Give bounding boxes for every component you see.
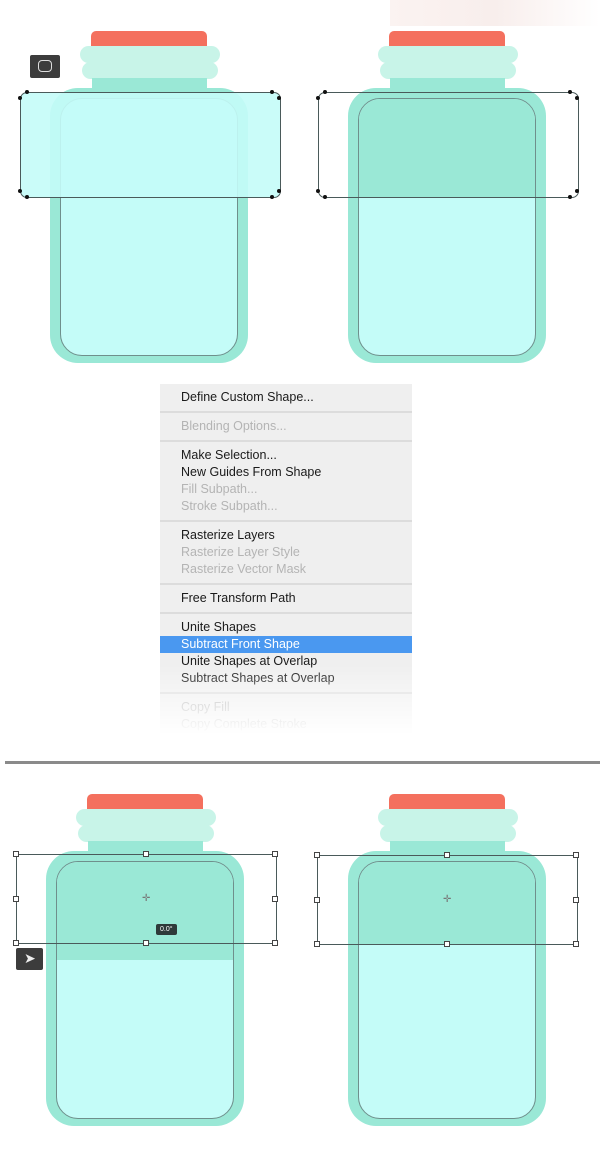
menu-item-make-selection[interactable]: Make Selection...: [160, 447, 412, 464]
transform-handle[interactable]: [573, 897, 579, 903]
anchor-point[interactable]: [568, 90, 572, 94]
menu-item-define-custom-shape[interactable]: Define Custom Shape...: [160, 389, 412, 406]
menu-separator: [160, 583, 412, 585]
anchor-point[interactable]: [270, 195, 274, 199]
transform-handle[interactable]: [13, 940, 19, 946]
menu-item-unite-shapes[interactable]: Unite Shapes: [160, 619, 412, 636]
transform-handle[interactable]: [13, 851, 19, 857]
menu-item-fill-subpath: Fill Subpath...: [181, 482, 258, 496]
transform-handle[interactable]: [314, 897, 320, 903]
transform-handle[interactable]: [143, 851, 149, 857]
menu-item-rasterize-vector-mask: Rasterize Vector Mask: [181, 562, 307, 576]
anchor-point[interactable]: [25, 195, 29, 199]
menu-item-unite-shapes-at-overlap[interactable]: Unite Shapes at Overlap: [160, 653, 412, 670]
jar-step3: [46, 794, 244, 1129]
anchor-point[interactable]: [323, 90, 327, 94]
rounded-rectangle-tool-icon: [38, 60, 52, 72]
jar-rim: [82, 62, 218, 79]
menu-item-free-transform-path[interactable]: Free Transform Path: [160, 590, 412, 607]
center-point-icon: ✛: [142, 893, 151, 904]
front-rectangle-outline[interactable]: [318, 92, 579, 198]
menu-item-rasterize-layers[interactable]: Rasterize Layers: [160, 527, 412, 544]
rounded-rectangle-tool-button[interactable]: [30, 55, 60, 78]
transform-handle[interactable]: [444, 941, 450, 947]
menu-separator: [160, 692, 412, 694]
menu-item-rasterize-layer-style: Rasterize Layer Style: [181, 545, 300, 559]
menu-item-subtract-shapes-at-overlap[interactable]: Subtract Shapes at Overlap: [160, 670, 412, 687]
anchor-point[interactable]: [575, 96, 579, 100]
anchor-point[interactable]: [316, 189, 320, 193]
anchor-point[interactable]: [277, 189, 281, 193]
jar-rim: [76, 809, 216, 826]
menu-item-copy-complete-stroke: Copy Complete Stroke: [181, 717, 307, 731]
jar-step2: [348, 31, 546, 366]
anchor-point[interactable]: [323, 195, 327, 199]
transform-handle[interactable]: [444, 852, 450, 858]
transform-handle[interactable]: [13, 896, 19, 902]
menu-separator: [160, 612, 412, 614]
transform-handle[interactable]: [143, 940, 149, 946]
jar-step4: [348, 794, 546, 1129]
section-divider: [5, 761, 600, 764]
menu-separator: [160, 411, 412, 413]
anchor-point[interactable]: [25, 90, 29, 94]
menu-item-subtract-front-shape[interactable]: Subtract Front Shape: [160, 636, 412, 653]
jar-rim: [380, 825, 516, 842]
transform-handle[interactable]: [573, 941, 579, 947]
anchor-point[interactable]: [18, 189, 22, 193]
transform-handle[interactable]: [272, 940, 278, 946]
jar-rim: [378, 46, 518, 63]
jar-rim: [78, 825, 214, 842]
transform-handle[interactable]: [272, 896, 278, 902]
rotation-readout: 0.0°: [156, 924, 177, 935]
menu-item-stroke-subpath: Stroke Subpath...: [181, 499, 278, 513]
context-menu: Define Custom Shape... Blending Options..…: [160, 384, 412, 735]
anchor-point[interactable]: [277, 96, 281, 100]
center-point-icon: ✛: [443, 894, 452, 905]
transform-handle[interactable]: [314, 941, 320, 947]
transform-handle[interactable]: [314, 852, 320, 858]
menu-separator: [160, 440, 412, 442]
menu-item-copy-fill: Copy Fill: [181, 700, 230, 714]
path-selection-arrow-icon: ➤: [24, 950, 36, 966]
jar-step1: [50, 31, 248, 366]
jar-rim: [378, 809, 518, 826]
path-selection-tool-button[interactable]: ➤: [16, 948, 43, 970]
anchor-point[interactable]: [568, 195, 572, 199]
menu-separator: [160, 520, 412, 522]
anchor-point[interactable]: [575, 189, 579, 193]
anchor-point[interactable]: [270, 90, 274, 94]
front-rectangle-shape[interactable]: [20, 92, 281, 198]
anchor-point[interactable]: [18, 96, 22, 100]
top-right-faint-shadow: [390, 0, 600, 26]
transform-handle[interactable]: [573, 852, 579, 858]
jar-rim: [80, 46, 220, 63]
menu-item-blending-options: Blending Options...: [181, 419, 287, 433]
jar-rim: [380, 62, 516, 79]
transform-handle[interactable]: [272, 851, 278, 857]
anchor-point[interactable]: [316, 96, 320, 100]
menu-item-new-guides-from-shape[interactable]: New Guides From Shape: [160, 464, 412, 481]
